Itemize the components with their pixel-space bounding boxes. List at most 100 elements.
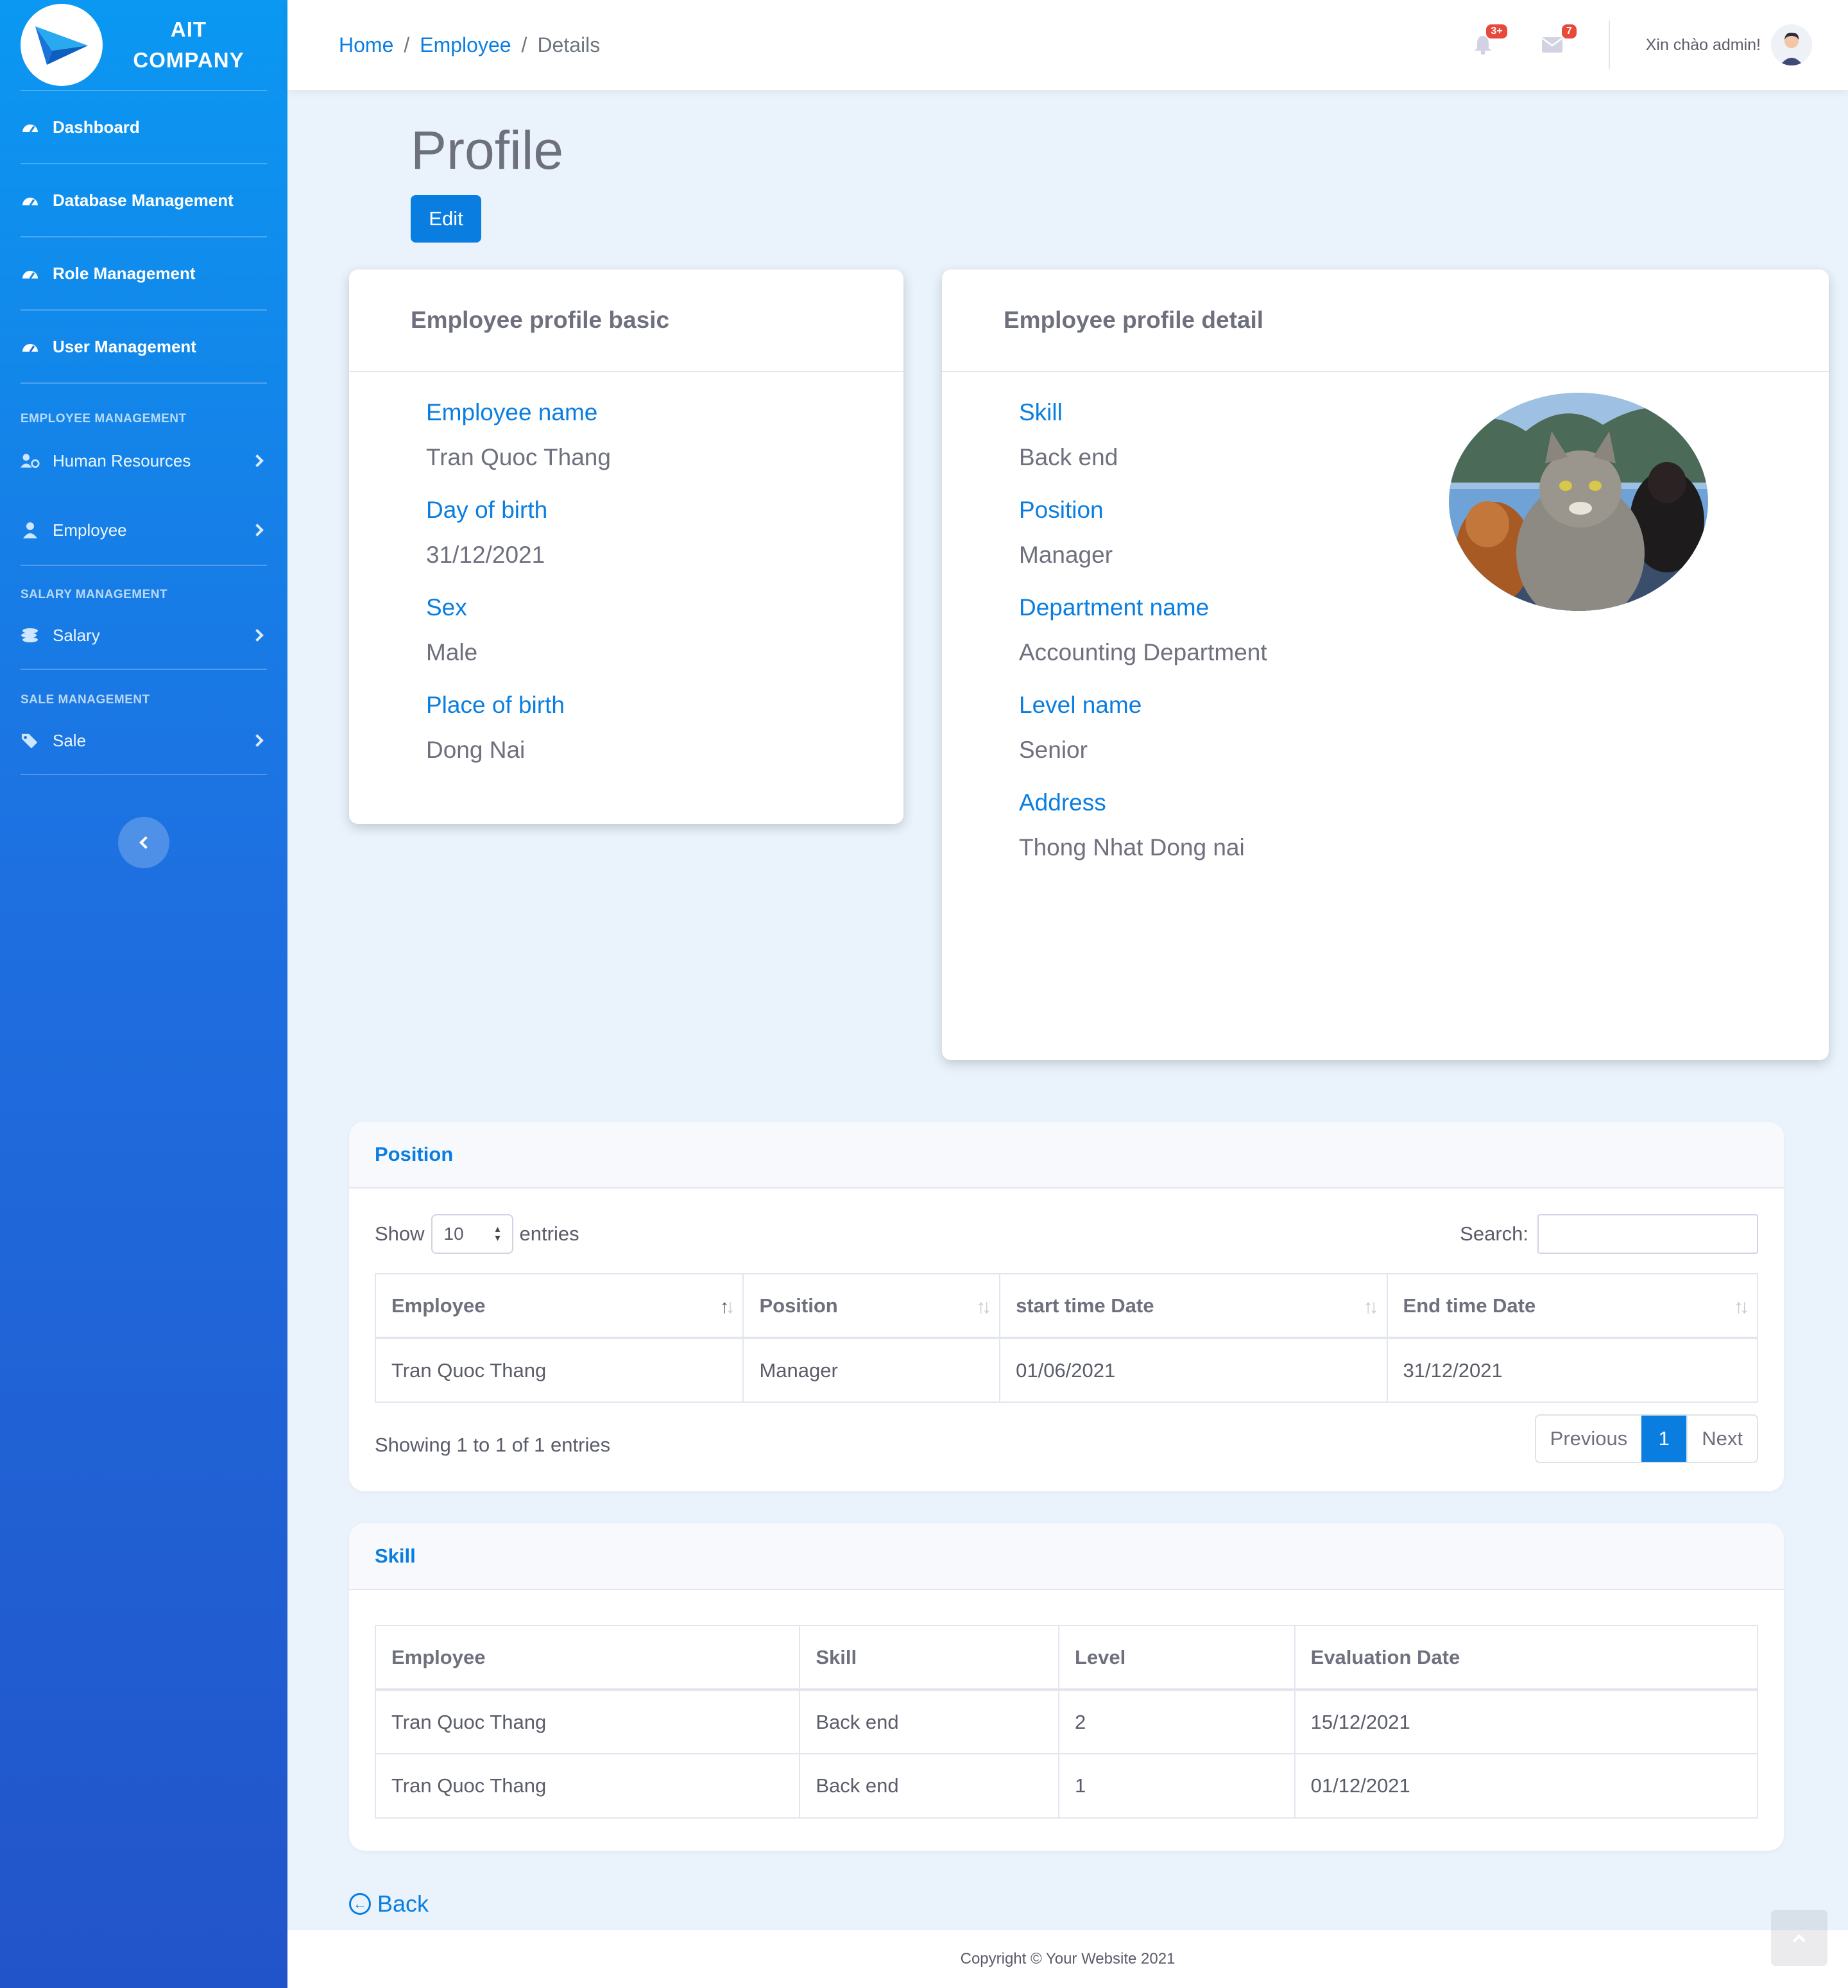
- avatar[interactable]: [1771, 24, 1812, 65]
- table-header-row: Employee Skill Level Evaluation Date: [374, 1625, 1759, 1691]
- messages-button[interactable]: 7: [1539, 24, 1577, 58]
- basic-profile-card: Employee profile basic Employee name Tra…: [349, 270, 903, 824]
- sort-icon: ↑↓: [976, 1296, 991, 1317]
- topbar-divider: [1608, 21, 1610, 69]
- sidebar-item-salary[interactable]: Salary: [0, 602, 287, 669]
- copyright-text: Copyright © Your Website 2021: [960, 1950, 1176, 1967]
- topbar: Home / Employee / Details 3+ 7 Xin chào …: [287, 0, 1848, 90]
- user-greeting[interactable]: Xin chào admin!: [1646, 36, 1761, 55]
- sidebar-item-label: Role Management: [53, 263, 196, 283]
- back-label: Back: [377, 1890, 429, 1917]
- messages-badge: 7: [1561, 24, 1577, 39]
- cell-level: 2: [1057, 1689, 1296, 1754]
- sort-updown-icon: ▴ ▾: [495, 1224, 501, 1244]
- field-label-department-name: Department name: [1019, 594, 1210, 621]
- profile-photo: [1449, 393, 1708, 611]
- breadcrumb-current: Details: [537, 33, 601, 56]
- sidebar-item-human-resources[interactable]: Human Resources: [0, 426, 287, 495]
- field-value-sex: Male: [426, 639, 478, 665]
- detail-profile-card: Employee profile detail Skill Back end P…: [942, 270, 1829, 1060]
- column-header-evaluation-date: Evaluation Date: [1294, 1625, 1759, 1691]
- sort-icon: ↑↓: [1363, 1296, 1379, 1317]
- column-header-employee: Employee: [374, 1625, 801, 1691]
- field-label-level-name: Level name: [1019, 692, 1142, 718]
- detail-profile-title: Employee profile detail: [942, 270, 1829, 372]
- brand-line-2: COMPANY: [133, 48, 244, 72]
- sidebar-item-label: Sale: [53, 730, 87, 750]
- sidebar-item-user-management[interactable]: User Management: [0, 311, 287, 382]
- gauge-icon: [21, 191, 40, 210]
- basic-profile-title: Employee profile basic: [349, 270, 903, 372]
- skill-table-title: Skill: [349, 1523, 1784, 1590]
- sidebar-item-sale[interactable]: Sale: [0, 707, 287, 774]
- scroll-to-top-button[interactable]: [1771, 1910, 1827, 1966]
- field-value-department-name: Accounting Department: [1019, 639, 1267, 665]
- chevron-right-icon: [251, 629, 264, 642]
- cell-level: 1: [1057, 1753, 1296, 1819]
- sidebar-toggle-button[interactable]: [118, 817, 169, 868]
- field-value-place-of-birth: Dong Nai: [426, 737, 526, 763]
- entries-label: entries: [519, 1222, 579, 1245]
- cell-evaluation-date: 01/12/2021: [1294, 1753, 1759, 1819]
- column-header-position[interactable]: Position ↑↓: [742, 1273, 1001, 1339]
- field-label-day-of-birth: Day of birth: [426, 497, 548, 523]
- sidebar-heading-employee: EMPLOYEE MANAGEMENT: [21, 412, 187, 425]
- column-header-end-time-date[interactable]: End time Date ↑↓: [1386, 1273, 1759, 1339]
- footer: Copyright © Your Website 2021: [287, 1930, 1848, 1988]
- pagination-next[interactable]: Next: [1686, 1416, 1757, 1462]
- sidebar: AIT COMPANY Dashboard Database Managemen…: [0, 0, 287, 1988]
- page-title: Profile: [411, 120, 564, 180]
- field-value-employee-name: Tran Quoc Thang: [426, 444, 611, 470]
- breadcrumb-separator: /: [521, 33, 527, 56]
- sort-icon: ↑↓: [1734, 1296, 1749, 1317]
- edit-button[interactable]: Edit: [411, 195, 481, 243]
- column-header-skill: Skill: [799, 1625, 1059, 1691]
- page-length-control: Show 10 ▴ ▾ entries: [375, 1214, 579, 1254]
- pagination-previous[interactable]: Previous: [1536, 1416, 1642, 1462]
- cell-employee: Tran Quoc Thang: [374, 1337, 744, 1403]
- sidebar-item-label: Database Management: [53, 190, 234, 210]
- breadcrumb-separator: /: [404, 33, 410, 56]
- pagination: Previous 1 Next: [1534, 1414, 1758, 1463]
- table-search: Search:: [1460, 1214, 1758, 1254]
- show-label: Show: [375, 1222, 425, 1245]
- brand[interactable]: AIT COMPANY: [0, 0, 287, 90]
- field-value-address: Thong Nhat Dong nai: [1019, 834, 1245, 861]
- cell-employee: Tran Quoc Thang: [374, 1753, 801, 1819]
- page-length-value: 10: [443, 1224, 464, 1244]
- cell-skill: Back end: [799, 1753, 1059, 1819]
- envelope-icon: [1541, 37, 1562, 53]
- chevron-left-icon: [139, 836, 152, 849]
- alerts-badge: 3+: [1486, 24, 1507, 39]
- field-label-employee-name: Employee name: [426, 399, 598, 425]
- field-value-position: Manager: [1019, 542, 1113, 568]
- field-label-sex: Sex: [426, 594, 467, 621]
- gauge-icon: [21, 337, 40, 356]
- users-cog-icon: [21, 451, 40, 470]
- sidebar-item-database-management[interactable]: Database Management: [0, 164, 287, 236]
- column-header-start-time-date[interactable]: start time Date ↑↓: [999, 1273, 1388, 1339]
- breadcrumb-home-link[interactable]: Home: [339, 33, 393, 57]
- sidebar-item-label: Salary: [53, 625, 100, 645]
- page-length-select[interactable]: 10 ▴ ▾: [431, 1214, 513, 1254]
- back-link[interactable]: ← Back: [349, 1890, 429, 1917]
- sidebar-item-role-management[interactable]: Role Management: [0, 237, 287, 309]
- field-value-day-of-birth: 31/12/2021: [426, 542, 545, 568]
- column-header-employee[interactable]: Employee ↑↓: [374, 1273, 744, 1339]
- table-row: Tran Quoc Thang Manager 01/06/2021 31/12…: [374, 1337, 1759, 1403]
- sidebar-item-employee[interactable]: Employee: [0, 495, 287, 565]
- column-header-level: Level: [1057, 1625, 1296, 1691]
- table-info: Showing 1 to 1 of 1 entries: [375, 1434, 611, 1456]
- chevron-right-icon: [251, 734, 264, 747]
- sidebar-item-label: Human Resources: [53, 450, 191, 470]
- search-input[interactable]: [1537, 1214, 1758, 1254]
- alerts-button[interactable]: 3+: [1470, 24, 1507, 58]
- cell-skill: Back end: [799, 1689, 1059, 1754]
- cell-employee: Tran Quoc Thang: [374, 1689, 801, 1754]
- sidebar-item-dashboard[interactable]: Dashboard: [0, 91, 287, 163]
- field-label-address: Address: [1019, 789, 1106, 816]
- search-label: Search:: [1460, 1222, 1528, 1245]
- sidebar-heading-salary: SALARY MANAGEMENT: [21, 588, 168, 601]
- pagination-page-1[interactable]: 1: [1641, 1416, 1687, 1462]
- breadcrumb-employee-link[interactable]: Employee: [420, 33, 511, 57]
